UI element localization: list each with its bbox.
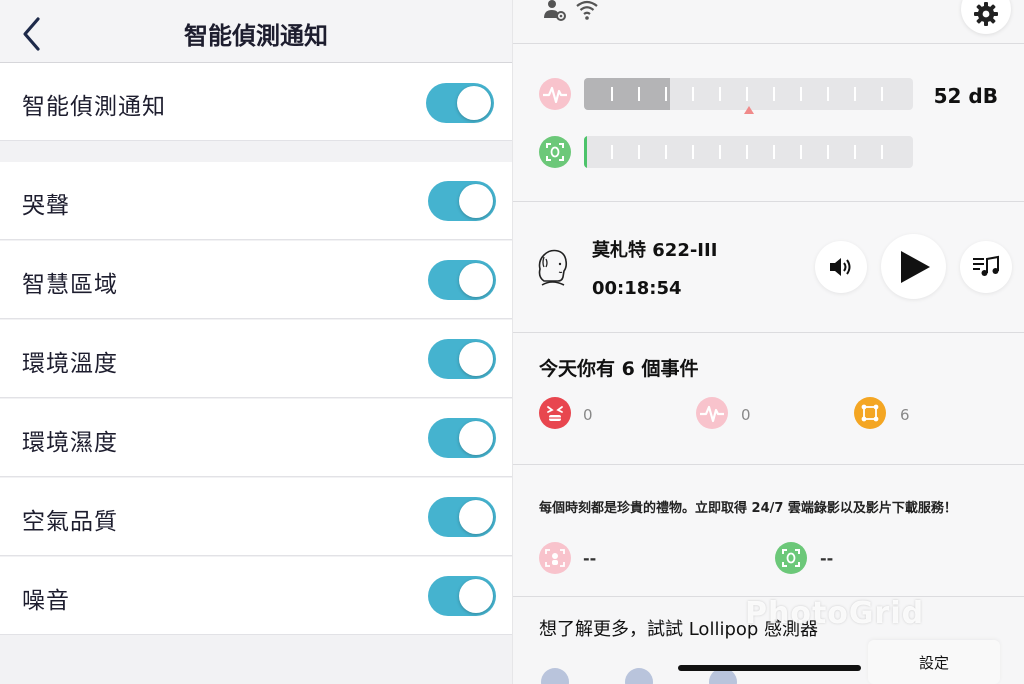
user-settings-icon[interactable] (543, 0, 567, 22)
setting-label: 智慧區域 (22, 272, 118, 298)
crying-event-count: 0 (583, 406, 593, 424)
setting-row-temperature: 環境溫度 (0, 320, 512, 398)
play-icon (901, 251, 930, 283)
mozart-portrait-icon (538, 249, 568, 286)
cloud-value: -- (583, 549, 597, 568)
humidity-toggle[interactable] (428, 418, 496, 458)
gear-icon (974, 2, 998, 26)
motion-level-fill (584, 136, 587, 168)
play-button[interactable] (881, 234, 946, 299)
setting-row-humidity: 環境濕度 (0, 399, 512, 477)
setting-row-air-quality: 空氣品質 (0, 478, 512, 556)
zone-icon[interactable] (854, 397, 886, 429)
zone-event-count: 6 (900, 406, 910, 424)
face-scan-icon (539, 136, 571, 168)
sensor-meters: 52 dB (513, 44, 1024, 202)
air-quality-toggle[interactable] (428, 497, 496, 537)
setting-row-noise: 噪音 (0, 557, 512, 635)
noise-toggle[interactable] (428, 576, 496, 616)
sound-level-fill (584, 78, 670, 110)
lullaby-player: 莫札特 622-III 00:18:54 (513, 202, 1024, 333)
settings-tab-button[interactable]: 設定 (868, 640, 1000, 684)
settings-gear-button[interactable] (961, 0, 1011, 34)
setting-label: 環境濕度 (22, 430, 118, 456)
speaker-icon (830, 258, 851, 276)
sound-wave-icon (539, 78, 571, 110)
motion-level-meter (584, 136, 913, 168)
setting-label: 環境溫度 (22, 351, 118, 377)
smart-zone-toggle[interactable] (428, 260, 496, 300)
page-title: 智能偵測通知 (184, 22, 328, 50)
events-title: 今天你有 6 個事件 (539, 358, 699, 380)
face-scan-icon (775, 542, 807, 574)
sound-wave-icon[interactable] (696, 397, 728, 429)
track-title: 莫札特 622-III (592, 240, 718, 261)
sound-event-count: 0 (741, 406, 751, 424)
smart-detection-toggle[interactable] (426, 83, 494, 123)
wifi-icon (576, 0, 598, 20)
status-header (513, 0, 1024, 44)
cloud-value: -- (820, 549, 834, 568)
nav-bar: 智能偵測通知 (0, 0, 512, 63)
threshold-marker[interactable] (744, 106, 754, 114)
home-icon (625, 668, 653, 684)
setting-label: 智能偵測通知 (22, 94, 166, 120)
setting-label: 空氣品質 (22, 509, 118, 535)
volume-button[interactable] (815, 241, 867, 293)
settings-tab-label: 設定 (918, 654, 949, 672)
playlist-button[interactable] (960, 241, 1012, 293)
notification-settings-panel: 智能偵測通知 智能偵測通知 哭聲 智慧區域 環境溫度 環境濕度 空氣品質 噪音 (0, 0, 512, 684)
photogrid-watermark: PhotoGrid (745, 596, 925, 631)
thermometer-icon (541, 668, 569, 684)
baby-detect-icon (539, 542, 571, 574)
playlist-music-icon (973, 255, 999, 276)
home-indicator (678, 665, 861, 671)
setting-label: 噪音 (22, 588, 70, 614)
events-summary: 今天你有 6 個事件 0 0 6 (513, 333, 1024, 465)
sound-level-value: 52 dB (933, 84, 998, 108)
crying-face-icon[interactable] (539, 397, 571, 429)
track-elapsed-time: 00:18:54 (592, 278, 682, 299)
temperature-toggle[interactable] (428, 339, 496, 379)
camera-dashboard-panel: 52 dB 莫札特 622-III 00:18:54 今天你有 6 個事件 0 … (512, 0, 1024, 684)
cloud-promo: 每個時刻都是珍貴的禮物。立即取得 24/7 雲端錄影以及影片下載服務！ -- -… (513, 465, 1024, 597)
setting-row-smart-zone: 智慧區域 (0, 241, 512, 319)
crying-toggle[interactable] (428, 181, 496, 221)
setting-row-crying: 哭聲 (0, 162, 512, 240)
promo-text[interactable]: 每個時刻都是珍貴的禮物。立即取得 24/7 雲端錄影以及影片下載服務！ (539, 497, 957, 516)
setting-label: 哭聲 (22, 193, 70, 219)
setting-row-smart-detection: 智能偵測通知 (0, 63, 512, 141)
